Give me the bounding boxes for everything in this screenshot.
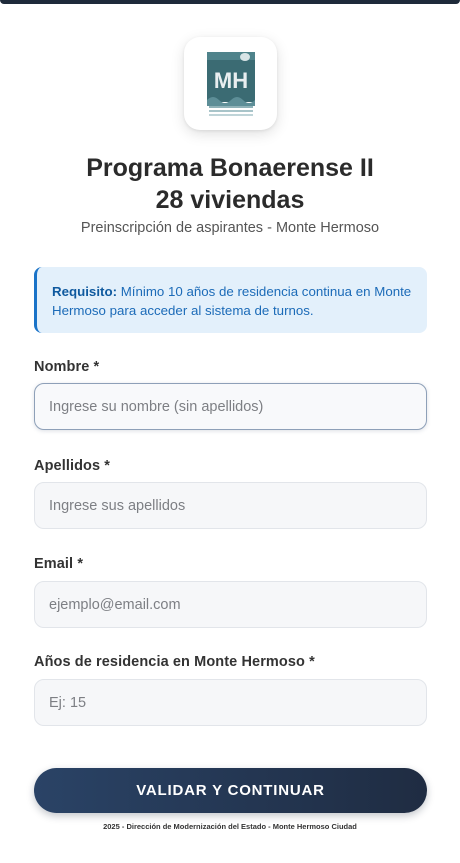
email-input[interactable]	[34, 581, 427, 628]
residencia-input[interactable]	[34, 679, 427, 726]
footer-text: 2025 - Dirección de Modernización del Es…	[103, 822, 357, 831]
svg-text:MH: MH	[213, 68, 247, 93]
apellidos-label: Apellidos *	[34, 458, 111, 474]
email-label: Email *	[34, 556, 84, 572]
validate-continue-button[interactable]: VALIDAR Y CONTINUAR	[34, 768, 427, 813]
page-subtitle: Preinscripción de aspirantes - Monte Her…	[80, 220, 380, 236]
notice-label: Requisito:	[52, 284, 118, 299]
top-accent-bar	[0, 0, 460, 4]
logo-container: MH	[184, 37, 277, 130]
requirement-notice: Requisito: Mínimo 10 años de residencia …	[34, 267, 427, 333]
title-line-2: 28 viviendas	[155, 186, 305, 214]
mh-logo-icon: MH	[206, 51, 255, 116]
nombre-label: Nombre *	[34, 359, 100, 375]
apellidos-input[interactable]	[34, 482, 427, 529]
residencia-label: Años de residencia en Monte Hermoso *	[34, 654, 315, 670]
nombre-input[interactable]	[34, 383, 427, 430]
title-line-1: Programa Bonaerense II	[86, 154, 374, 182]
page-title: Programa Bonaerense II 28 viviendas	[0, 152, 460, 216]
